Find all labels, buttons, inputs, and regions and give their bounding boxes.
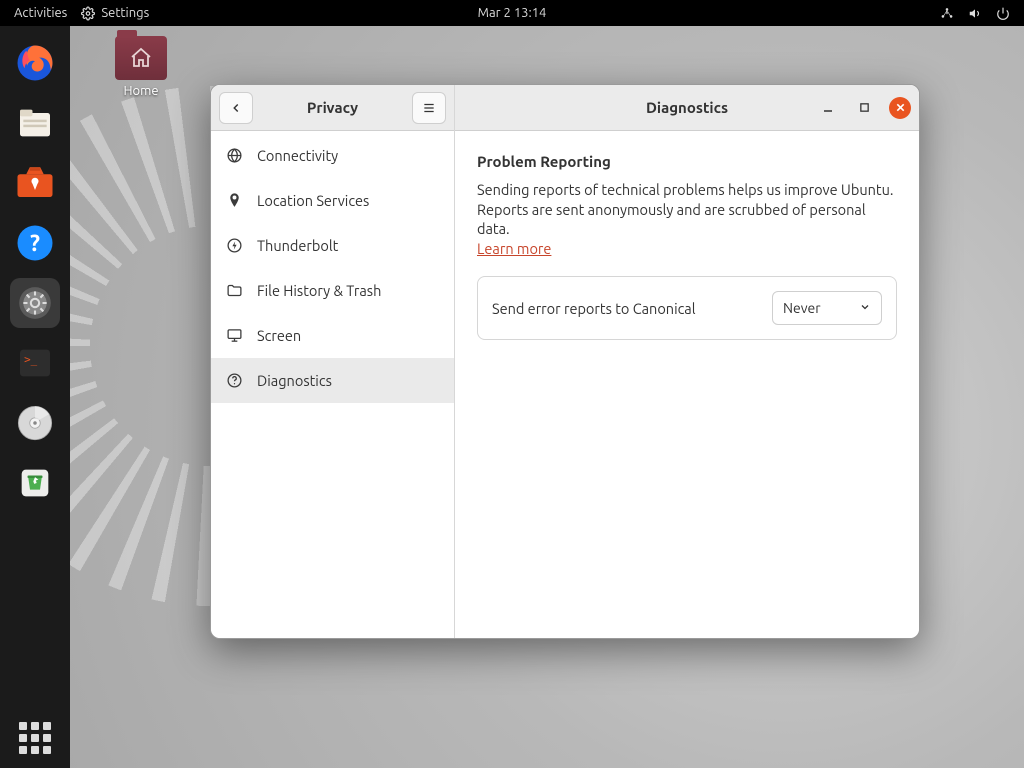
dock: ? >_ [0, 26, 70, 768]
sidebar-item-label: Diagnostics [257, 372, 332, 389]
topbar-app-label: Settings [101, 6, 149, 20]
sidebar-title: Privacy [307, 99, 358, 116]
back-button[interactable] [219, 92, 253, 124]
location-icon [225, 192, 243, 210]
show-applications-button[interactable] [0, 722, 70, 754]
settings-sidebar: Privacy Connectivity Location Services T… [211, 85, 455, 638]
diagnostics-content: Problem Reporting Sending reports of tec… [455, 131, 919, 362]
sidebar-item-diagnostics[interactable]: Diagnostics [211, 358, 454, 403]
settings-window: Privacy Connectivity Location Services T… [210, 84, 920, 639]
clock[interactable]: Mar 2 13:14 [478, 6, 547, 20]
dock-item-help[interactable]: ? [10, 218, 60, 268]
apps-grid-icon [19, 722, 51, 754]
dock-item-files[interactable] [10, 98, 60, 148]
activities-button[interactable]: Activities [14, 6, 67, 20]
chevron-down-icon [859, 300, 871, 316]
sidebar-item-filehistory[interactable]: File History & Trash [211, 268, 454, 313]
sidebar-item-screen[interactable]: Screen [211, 313, 454, 358]
row-label: Send error reports to Canonical [492, 300, 696, 317]
top-bar: Activities Settings Mar 2 13:14 [0, 0, 1024, 26]
settings-main: Diagnostics Problem Reporting Sending re… [455, 85, 919, 638]
sidebar-item-connectivity[interactable]: Connectivity [211, 133, 454, 178]
dock-item-disc[interactable] [10, 398, 60, 448]
error-reports-select[interactable]: Never [772, 291, 882, 325]
main-header: Diagnostics [455, 85, 919, 131]
sidebar-item-location[interactable]: Location Services [211, 178, 454, 223]
error-reports-row: Send error reports to Canonical Never [477, 276, 897, 340]
page-title: Diagnostics [646, 99, 728, 116]
sidebar-header: Privacy [211, 85, 454, 131]
power-icon[interactable] [996, 6, 1010, 20]
svg-text:>_: >_ [24, 353, 38, 366]
gear-icon [81, 6, 95, 20]
topbar-app-indicator[interactable]: Settings [81, 6, 149, 20]
dock-item-settings[interactable] [10, 278, 60, 328]
sidebar-item-thunderbolt[interactable]: Thunderbolt [211, 223, 454, 268]
section-heading: Problem Reporting [477, 153, 897, 170]
svg-text:?: ? [30, 231, 40, 256]
learn-more-link[interactable]: Learn more [477, 240, 551, 257]
desktop-icon-home[interactable]: Home [106, 36, 176, 98]
sidebar-item-label: Screen [257, 327, 301, 344]
help-circle-icon [225, 372, 243, 390]
sidebar-item-label: Thunderbolt [257, 237, 338, 254]
maximize-button[interactable] [853, 97, 875, 119]
dock-item-terminal[interactable]: >_ [10, 338, 60, 388]
window-controls [817, 97, 911, 119]
globe-icon [225, 147, 243, 165]
sidebar-item-label: Location Services [257, 192, 369, 209]
network-icon[interactable] [940, 6, 954, 20]
folder-icon [225, 282, 243, 300]
monitor-icon [225, 327, 243, 345]
dock-item-trash[interactable] [10, 458, 60, 508]
sidebar-item-label: Connectivity [257, 147, 338, 164]
folder-icon [115, 36, 167, 80]
privacy-nav: Connectivity Location Services Thunderbo… [211, 131, 454, 403]
thunderbolt-icon [225, 237, 243, 255]
dock-item-software[interactable] [10, 158, 60, 208]
sidebar-item-label: File History & Trash [257, 282, 381, 299]
close-button[interactable] [889, 97, 911, 119]
desktop-icon-label: Home [106, 84, 176, 98]
hamburger-menu-button[interactable] [412, 92, 446, 124]
dock-item-firefox[interactable] [10, 38, 60, 88]
desktop: Home Privacy Connectivity Loc [70, 26, 1024, 768]
minimize-button[interactable] [817, 97, 839, 119]
select-value: Never [783, 300, 821, 316]
volume-icon[interactable] [968, 6, 982, 20]
section-body: Sending reports of technical problems he… [477, 181, 893, 237]
